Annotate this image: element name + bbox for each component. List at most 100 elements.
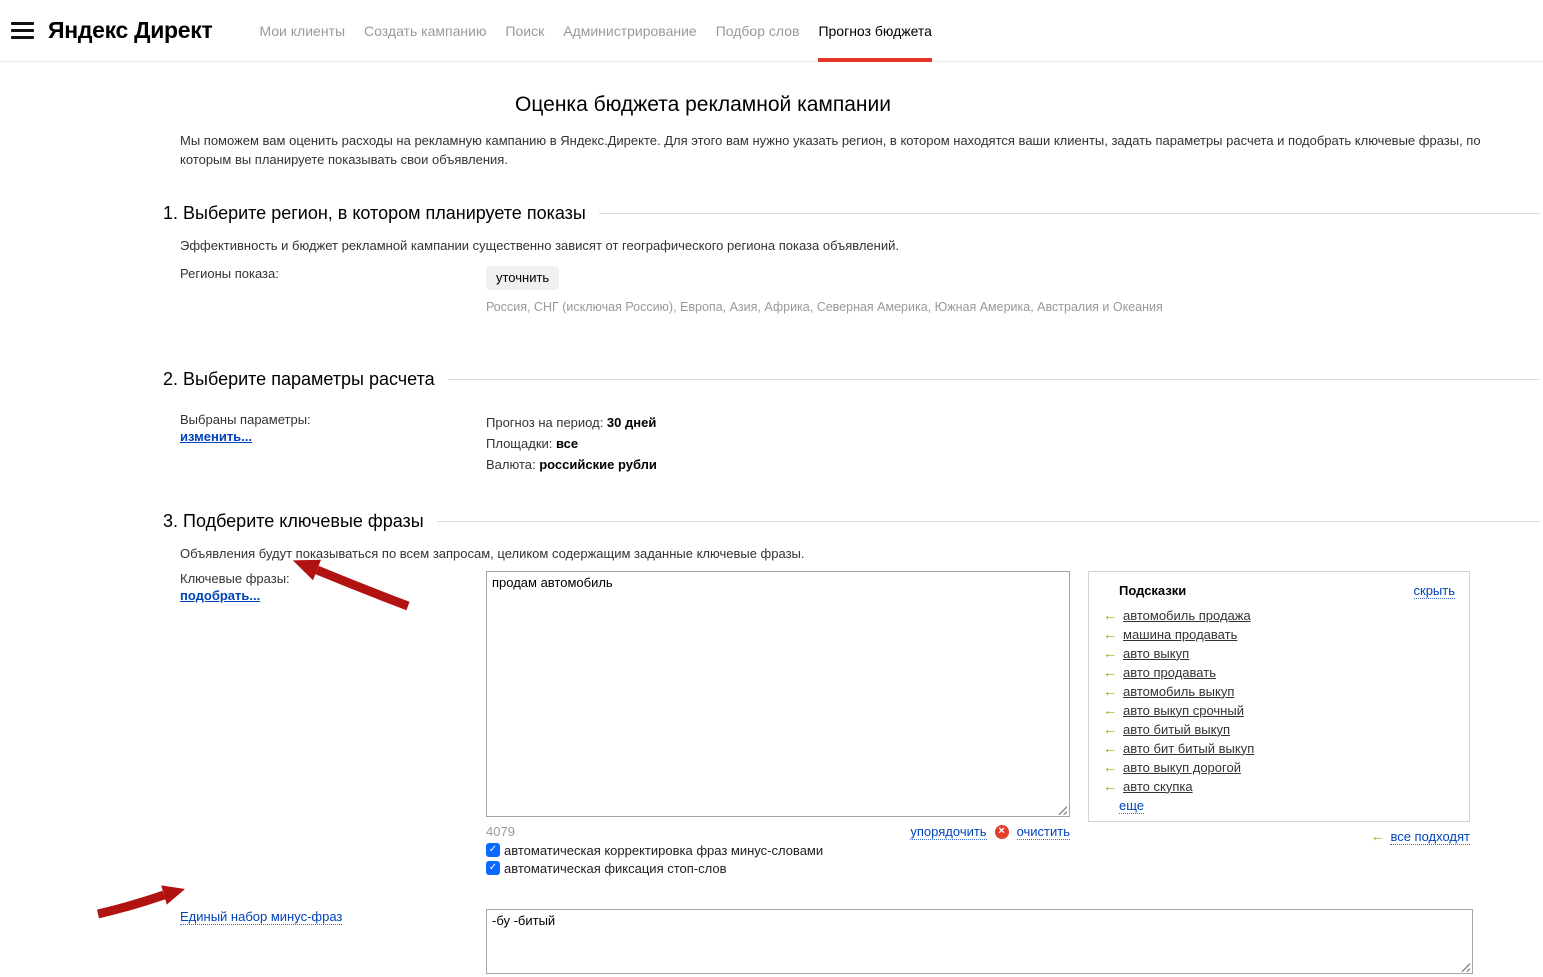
clear-x-icon[interactable]: × [995,825,1009,839]
suggestions-col: Подсказки скрыть ← автомобиль продажа ← ма… [1088,571,1470,876]
auto-minus-correction-label[interactable]: автоматическая корректировка фраз минус-… [504,843,823,858]
insert-arrow-icon[interactable]: ← [1103,644,1117,663]
nav-item-my-clients[interactable]: Мои клиенты [259,0,345,61]
clear-keywords-link[interactable]: очистить [1017,824,1070,840]
currency-line: Валюта: российские рубли [486,454,657,475]
forecast-period-line: Прогноз на период: 30 дней [486,412,657,433]
insert-arrow-icon[interactable]: ← [1103,739,1117,758]
section1-description: Эффективность и бюджет рекламной кампани… [180,238,1540,253]
params-label: Выбраны параметры: [180,412,486,427]
suggestion-link[interactable]: автомобиль продажа [1123,606,1251,625]
all-fit-link[interactable]: все подходят [1390,829,1470,845]
section-divider [599,213,1540,214]
params-values-col: Прогноз на период: 30 дней Площадки: все… [486,412,657,475]
refine-regions-button[interactable]: уточнить [486,266,559,290]
page-title: Оценка бюджета рекламной кампании [163,93,1243,117]
suggestions-panel: Подсказки скрыть ← автомобиль продажа ← ма… [1088,571,1470,822]
auto-stopword-fixation-label[interactable]: автоматическая фиксация стоп-слов [504,861,727,876]
regions-value: Россия, СНГ (исключая Россию), Европа, А… [486,300,1163,314]
suggestion-item: ← авто бит битый выкуп [1103,739,1455,758]
section2-title: 2. Выберите параметры расчета [163,369,435,390]
suggestion-item: ← автомобиль выкуп [1103,682,1455,701]
keywords-textarea[interactable]: продам автомобиль [486,571,1070,817]
more-suggestions-row: еще [1103,796,1455,815]
suggestions-list: ← автомобиль продажа ← машина продавать ← а… [1103,606,1455,796]
section3-description: Объявления будут показываться по всем за… [180,546,1540,561]
forecast-period-label: Прогноз на период: [486,415,607,430]
suggestion-link[interactable]: машина продавать [1123,625,1237,644]
nav-item-administration[interactable]: Администрирование [563,0,697,61]
suggestion-item: ← машина продавать [1103,625,1455,644]
insert-arrow-icon[interactable]: ← [1103,682,1117,701]
suggestions-title: Подсказки [1103,583,1186,598]
params-row: Выбраны параметры: изменить... Прогноз н… [163,412,1540,475]
top-bar: Яндекс Директ Мои клиенты Создать кампан… [0,0,1543,62]
auto-minus-correction-row[interactable]: ✓ автоматическая корректировка фраз мину… [486,843,1070,858]
regions-row: Регионы показа: уточнить Россия, СНГ (ис… [163,266,1540,314]
suggestions-header: Подсказки скрыть [1103,583,1455,599]
suggestion-link[interactable]: авто выкуп дорогой [1123,758,1241,777]
forecast-period-value: 30 дней [607,415,656,430]
insert-arrow-icon[interactable]: ← [1103,720,1117,739]
keywords-meta-links: упорядочить × очистить [910,824,1070,840]
insert-arrow-icon[interactable]: ← [1103,663,1117,682]
suggestion-item: ← авто выкуп [1103,644,1455,663]
section-divider [437,521,1540,522]
menu-icon[interactable] [11,0,34,61]
suggestion-link[interactable]: авто продавать [1123,663,1216,682]
nav-item-word-picker[interactable]: Подбор слов [716,0,800,61]
char-counter: 4079 [486,824,515,839]
pick-keywords-link[interactable]: подобрать... [180,588,260,603]
platforms-line: Площадки: все [486,433,657,454]
regions-label: Регионы показа: [180,266,486,314]
main-nav: Мои клиенты Создать кампанию Поиск Админ… [259,0,932,61]
platforms-label: Площадки: [486,436,556,451]
suggestion-item: ← авто скупка [1103,777,1455,796]
section3-title: 3. Подберите ключевые фразы [163,511,424,532]
section2-header: 2. Выберите параметры расчета [163,369,1540,390]
keywords-label-col: Ключевые фразы: подобрать... [180,571,486,876]
suggestion-link[interactable]: автомобиль выкуп [1123,682,1234,701]
section3-header: 3. Подберите ключевые фразы [163,511,1540,532]
keywords-row: Ключевые фразы: подобрать... продам авто… [163,571,1540,876]
suggestion-link[interactable]: авто выкуп срочный [1123,701,1244,720]
suggestion-link[interactable]: авто битый выкуп [1123,720,1230,739]
suggestion-item: ← авто выкуп срочный [1103,701,1455,720]
sort-keywords-link[interactable]: упорядочить [910,824,986,840]
hide-suggestions-link[interactable]: скрыть [1414,583,1456,599]
insert-arrow-icon[interactable]: ← [1103,777,1117,796]
keywords-meta-row: 4079 упорядочить × очистить [486,824,1070,840]
checkbox-checked-icon[interactable]: ✓ [486,861,500,875]
change-params-link[interactable]: изменить... [180,429,252,444]
more-suggestions-link[interactable]: еще [1119,798,1144,814]
insert-arrow-icon: ← [1370,828,1384,844]
insert-arrow-icon[interactable]: ← [1103,606,1117,625]
keywords-label: Ключевые фразы: [180,571,486,586]
minus-phrases-link[interactable]: Единый набор минус-фраз [180,909,342,925]
auto-stopword-fixation-row[interactable]: ✓ автоматическая фиксация стоп-слов [486,861,1070,876]
checkbox-checked-icon[interactable]: ✓ [486,843,500,857]
section1-header: 1. Выберите регион, в котором планируете… [163,203,1540,224]
page-intro: Мы поможем вам оценить расходы на реклам… [180,132,1535,170]
currency-value: российские рубли [539,457,657,472]
suggestion-item: ← автомобиль продажа [1103,606,1455,625]
suggestion-link[interactable]: авто выкуп [1123,644,1189,663]
minus-phrases-row: Единый набор минус-фраз -бу -битый [163,909,1540,977]
section1-title: 1. Выберите регион, в котором планируете… [163,203,586,224]
main-content: Оценка бюджета рекламной кампании Мы пом… [0,93,1543,977]
suggestion-item: ← авто выкуп дорогой [1103,758,1455,777]
nav-item-create-campaign[interactable]: Создать кампанию [364,0,486,61]
suggestion-item: ← авто продавать [1103,663,1455,682]
keywords-input-col: продам автомобиль 4079 упорядочить × очи… [486,571,1070,876]
keywords-area-wrap: продам автомобиль [486,571,1070,820]
insert-arrow-icon[interactable]: ← [1103,625,1117,644]
nav-item-search[interactable]: Поиск [505,0,544,61]
section-divider [448,379,1540,380]
insert-arrow-icon[interactable]: ← [1103,758,1117,777]
suggestion-link[interactable]: авто бит битый выкуп [1123,739,1254,758]
app-logo[interactable]: Яндекс Директ [48,0,212,61]
minus-phrases-label-col: Единый набор минус-фраз [180,909,486,977]
insert-arrow-icon[interactable]: ← [1103,701,1117,720]
suggestion-link[interactable]: авто скупка [1123,777,1193,796]
nav-item-budget-forecast[interactable]: Прогноз бюджета [818,0,932,61]
